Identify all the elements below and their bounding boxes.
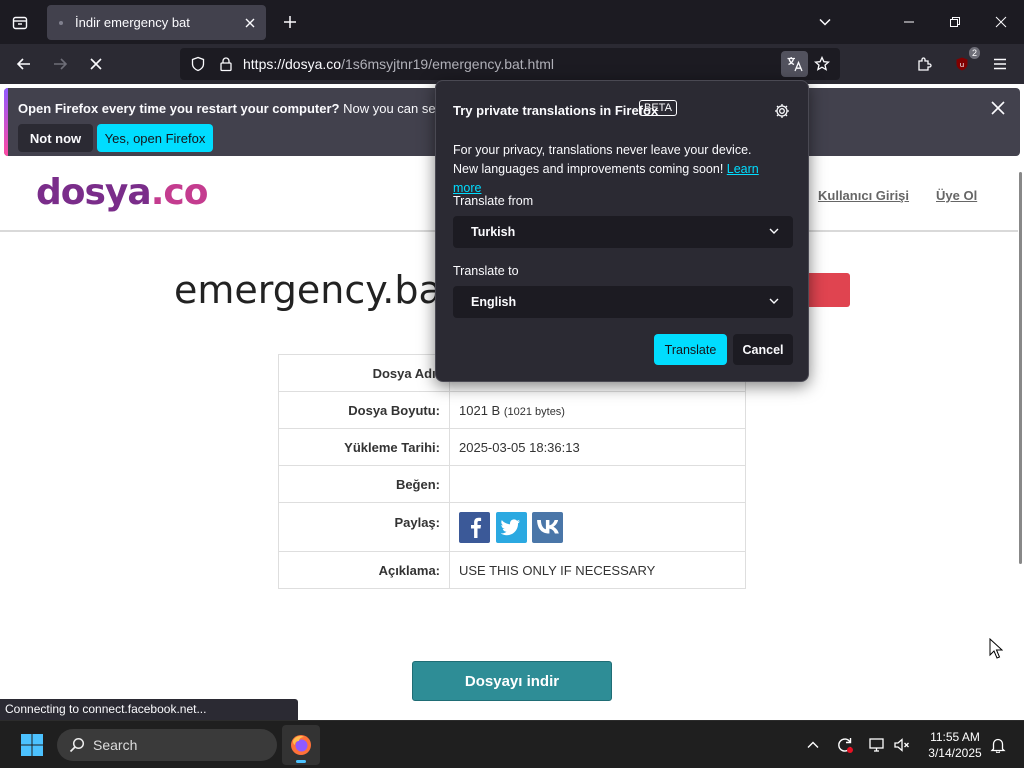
- yes-open-firefox-button[interactable]: Yes, open Firefox: [97, 124, 213, 152]
- login-link[interactable]: Kullanıcı Girişi: [818, 188, 909, 203]
- forward-arrow-icon[interactable]: [46, 50, 74, 78]
- svg-text:u: u: [960, 61, 964, 69]
- translate-icon[interactable]: [781, 51, 808, 77]
- translation-popup: Try private translations in Firefox BETA…: [435, 80, 809, 382]
- twitter-share-icon[interactable]: [495, 511, 527, 543]
- cancel-button[interactable]: Cancel: [733, 334, 793, 365]
- translate-from-select[interactable]: Turkish: [453, 216, 793, 248]
- row-label: Dosya Boyutu:: [278, 391, 450, 429]
- logo-part-1: dosya: [36, 172, 152, 213]
- share-buttons: [449, 502, 746, 552]
- url-host: https://dosya.co: [243, 56, 342, 72]
- to-language-value: English: [471, 295, 517, 309]
- row-label: Dosya Adı:: [278, 354, 450, 392]
- ublock-origin-icon[interactable]: u 2: [948, 47, 980, 78]
- row-label: Yükleme Tarihi:: [278, 428, 450, 466]
- volume-muted-icon[interactable]: [890, 733, 914, 757]
- download-file-button[interactable]: Dosyayı indir: [412, 661, 612, 701]
- from-language-value: Turkish: [471, 225, 516, 239]
- file-size: 1021 B: [459, 402, 501, 418]
- chevron-down-icon: [767, 294, 781, 311]
- url-text[interactable]: https://dosya.co/1s6msyjtnr19/emergency.…: [243, 56, 554, 72]
- list-all-tabs-icon[interactable]: [813, 10, 837, 34]
- status-panel: Connecting to connect.facebook.net...: [0, 699, 298, 720]
- search-label: Search: [93, 737, 138, 753]
- taskbar-search[interactable]: Search: [57, 729, 277, 761]
- search-icon: [69, 737, 85, 753]
- sync-alert-icon[interactable]: [833, 733, 857, 757]
- table-row: Açıklama: USE THIS ONLY IF NECESSARY: [278, 551, 746, 589]
- not-now-button[interactable]: Not now: [18, 124, 93, 152]
- chevron-down-icon: [767, 224, 781, 241]
- mouse-cursor-icon: [989, 637, 1004, 663]
- file-info-table: Dosya Adı: Dosya Boyutu: 1021 B (1021 by…: [278, 354, 746, 589]
- tab-strip: İndir emergency bat: [0, 0, 1024, 44]
- translate-button[interactable]: Translate: [654, 334, 727, 365]
- tracking-protection-shield-icon[interactable]: [186, 52, 210, 76]
- close-notification-icon[interactable]: [986, 96, 1010, 120]
- beta-badge: BETA: [639, 100, 677, 116]
- firefox-view-icon[interactable]: [8, 10, 32, 34]
- system-clock[interactable]: 11:55 AM 3/14/2025: [920, 729, 990, 761]
- active-tab[interactable]: İndir emergency bat: [47, 5, 266, 40]
- hamburger-menu-icon[interactable]: [986, 50, 1014, 78]
- popup-title: Try private translations in Firefox: [453, 103, 659, 118]
- windows-start-icon[interactable]: [20, 733, 44, 757]
- signup-link[interactable]: Üye Ol: [936, 188, 977, 203]
- row-label: Beğen:: [278, 465, 450, 503]
- url-bar[interactable]: https://dosya.co/1s6msyjtnr19/emergency.…: [180, 48, 840, 80]
- row-value: USE THIS ONLY IF NECESSARY: [449, 551, 746, 589]
- translate-to-label: Translate to: [453, 264, 519, 278]
- table-row: Dosya Boyutu: 1021 B (1021 bytes): [278, 391, 746, 429]
- vk-share-icon[interactable]: [532, 511, 564, 543]
- restore-icon[interactable]: [932, 0, 978, 44]
- description-text: For your privacy, translations never lea…: [453, 143, 752, 176]
- clock-date: 3/14/2025: [928, 746, 982, 760]
- chevron-up-icon[interactable]: [801, 733, 825, 757]
- tab-title: İndir emergency bat: [75, 15, 190, 30]
- navigation-toolbar: https://dosya.co/1s6msyjtnr19/emergency.…: [0, 44, 1024, 84]
- extension-badge: 2: [968, 47, 980, 59]
- close-window-icon[interactable]: [978, 0, 1024, 44]
- row-value: [449, 465, 746, 503]
- windows-taskbar: Search 11:55 AM 3/14/2025: [0, 720, 1024, 768]
- logo-part-2: .co: [150, 172, 209, 213]
- row-label: Açıklama:: [278, 551, 450, 589]
- minimize-icon[interactable]: [886, 0, 932, 44]
- table-row: Beğen:: [278, 465, 746, 503]
- file-title: emergency.bat: [174, 268, 457, 312]
- network-display-icon[interactable]: [865, 733, 889, 757]
- row-value: 2025-03-05 18:36:13: [449, 428, 746, 466]
- dosya-logo[interactable]: dosya.co: [36, 172, 209, 213]
- translate-to-select[interactable]: English: [453, 286, 793, 318]
- bookmark-star-icon[interactable]: [810, 52, 834, 76]
- row-label: Paylaş:: [278, 502, 450, 552]
- firefox-taskbar-icon[interactable]: [282, 725, 320, 765]
- notification-bold-text: Open Firefox every time you restart your…: [18, 101, 340, 116]
- facebook-share-icon[interactable]: [459, 511, 490, 543]
- close-tab-icon[interactable]: [238, 11, 262, 35]
- settings-gear-icon[interactable]: [770, 99, 794, 123]
- clock-time: 11:55 AM: [930, 730, 980, 744]
- stop-loading-icon[interactable]: [82, 50, 110, 78]
- url-path: /1s6msyjtnr19/emergency.bat.html: [341, 56, 555, 72]
- back-arrow-icon[interactable]: [10, 50, 38, 78]
- row-value: 1021 B (1021 bytes): [449, 391, 746, 429]
- popup-description: For your privacy, translations never lea…: [453, 141, 773, 198]
- page-scrollbar[interactable]: [1019, 172, 1022, 564]
- table-row: Yükleme Tarihi: 2025-03-05 18:36:13: [278, 428, 746, 466]
- new-tab-icon[interactable]: [278, 10, 302, 34]
- translate-from-label: Translate from: [453, 194, 534, 208]
- extensions-puzzle-icon[interactable]: [910, 50, 938, 78]
- notification-bell-icon[interactable]: [986, 733, 1010, 757]
- file-size-bytes: (1021 bytes): [503, 405, 565, 418]
- notification-message: Open Firefox every time you restart your…: [18, 101, 483, 116]
- lock-icon[interactable]: [214, 52, 238, 76]
- loading-favicon-icon: [59, 20, 63, 25]
- table-row: Paylaş:: [278, 502, 746, 552]
